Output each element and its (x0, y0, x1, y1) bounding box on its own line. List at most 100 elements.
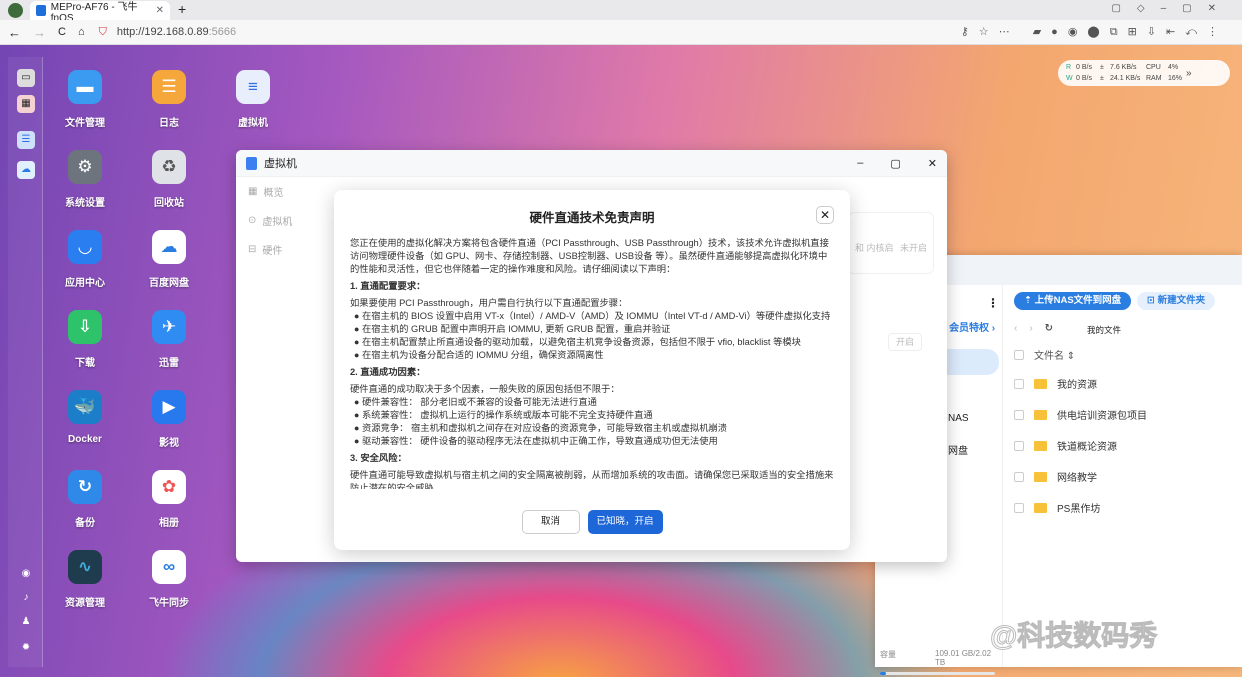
app-photos[interactable]: ✿ 相册 (134, 470, 204, 529)
app-docker[interactable]: 🐳 Docker (50, 390, 120, 445)
sidebar-item-nas[interactable]: NAS (948, 413, 969, 424)
folder-icon (1034, 378, 1047, 389)
vm-app-icon (246, 156, 257, 170)
address-bar: ← → C ⌂ ⛉ http://192.168.0.89:5666 ⚷☆⋯ ▰… (0, 20, 1242, 45)
browser-tab[interactable]: MEPro-AF76 - 飞牛 fnOS ✕ (30, 1, 170, 24)
hardware-icon: ⊟ (248, 244, 257, 255)
vm-titlebar[interactable]: 虚拟机 – ▢ ✕ (236, 150, 947, 177)
new-tab-icon[interactable]: + (178, 1, 186, 17)
reload-icon[interactable]: C (58, 26, 66, 38)
fnos-favicon (36, 5, 46, 16)
recycle-icon: ♻ (152, 150, 186, 184)
file-row[interactable]: 供电培训资源包项目 (1014, 407, 1147, 422)
url-input[interactable]: http://192.168.0.89:5666 (117, 26, 236, 38)
app-settings[interactable]: ⚙ 系统设置 (50, 150, 120, 209)
insecure-icon[interactable]: ⛉ (99, 26, 107, 39)
new-folder-button[interactable]: ⊡ 新建文件夹 (1137, 292, 1216, 310)
app-store[interactable]: ◡ 应用中心 (50, 230, 120, 289)
sidebar-item-pan[interactable]: 网盘 (948, 442, 968, 457)
app-xunlei[interactable]: ✈ 迅雷 (134, 310, 204, 369)
back-icon[interactable]: ← (8, 25, 21, 40)
network-monitor-widget[interactable]: R0 B/s ±7.6 KB/s CPU 4%» W0 B/s ±24.1 KB/s RA… (1058, 60, 1230, 86)
vm-icon: ⊙ (248, 215, 257, 226)
download-icon: ⇩ (68, 310, 102, 344)
baidu-pan-icon: ☁ (152, 230, 186, 264)
select-all-checkbox[interactable] (1014, 349, 1024, 360)
confirm-enable-button[interactable]: 已知晓，开启 (587, 510, 663, 534)
app-baidu[interactable]: ☁ 百度网盘 (134, 230, 204, 289)
dock-desktop-icon[interactable]: ▭ (17, 69, 35, 87)
dock-user-icon[interactable]: ♟ (17, 613, 35, 631)
video-icon: ▶ (152, 390, 186, 424)
window-controls[interactable]: ▢◇–▢✕ (1111, 3, 1232, 14)
app-vm[interactable]: ≡ 虚拟机 (218, 70, 288, 129)
close-window-button[interactable]: ✕ (928, 157, 937, 170)
browser-tabbar: MEPro-AF76 - 飞牛 fnOS ✕ + ▢◇–▢✕ (0, 0, 1242, 24)
minimize-button[interactable]: – (857, 157, 863, 169)
bg-card: 和 内核启 未开启 (848, 212, 934, 274)
window-title: 虚拟机 (264, 158, 297, 170)
xunlei-icon: ✈ (152, 310, 186, 344)
home-icon[interactable]: ⌂ (78, 26, 85, 38)
app-download[interactable]: ⇩ 下载 (50, 310, 120, 369)
file-row[interactable]: 铁道概论资源 (1014, 438, 1117, 453)
backup-icon: ↻ (68, 470, 102, 504)
dock-settings-icon[interactable]: ◉ (17, 565, 35, 583)
grid-icon: ▦ (248, 186, 258, 197)
file-row[interactable]: PS黑作坊 (1014, 500, 1100, 515)
forward-icon[interactable]: → (33, 25, 46, 40)
vm-sidebar: ▦ 概览 ⊙ 虚拟机 ⊟ 硬件 (236, 177, 326, 562)
nav-arrows[interactable]: ‹›↻ (1014, 323, 1065, 334)
monitor-icon: ∿ (68, 550, 102, 584)
cancel-button[interactable]: 取消 (521, 510, 580, 534)
nav-hardware[interactable]: ⊟ 硬件 (236, 235, 326, 264)
disclaimer-dialog: 硬件直通技术免责声明 ✕ 您正在使用的虚拟化解决方案将包含硬件直通（PCI Pa… (334, 190, 850, 550)
maximize-button[interactable]: ▢ (890, 157, 900, 170)
folder-icon (1034, 502, 1047, 513)
folder-icon (1034, 409, 1047, 420)
store-icon: ◡ (68, 230, 102, 264)
close-dialog-button[interactable]: ✕ (816, 206, 834, 224)
dock-bell-icon[interactable]: ♪ (17, 589, 35, 607)
dock: ▭ ▦ ☰ ☁ ◉ ♪ ♟ ✹ (8, 57, 43, 667)
log-icon: ☰ (152, 70, 186, 104)
watermark: @科技数码秀 (989, 620, 1158, 652)
breadcrumb[interactable]: 我的文件 (1087, 324, 1121, 336)
app-video[interactable]: ▶ 影视 (134, 390, 204, 449)
capacity-bar (880, 672, 995, 675)
photos-icon: ✿ (152, 470, 186, 504)
more-icon[interactable]: ⋮ (987, 296, 999, 310)
gear-icon: ⚙ (68, 150, 102, 184)
nav-overview[interactable]: ▦ 概览 (236, 177, 326, 206)
dock-apps-icon[interactable]: ▦ (17, 95, 35, 113)
docker-icon: 🐳 (68, 390, 102, 424)
enable-button[interactable]: 开启 (888, 333, 922, 351)
sync-icon: ∞ (152, 550, 186, 584)
dialog-title: 硬件直通技术免责声明 (529, 211, 655, 225)
column-name[interactable]: 文件名 ⇕ (1034, 347, 1075, 362)
expand-icon[interactable]: » (1186, 68, 1200, 79)
close-tab-icon[interactable]: ✕ (156, 5, 164, 16)
folder-icon: ▬ (68, 70, 102, 104)
header-row: 文件名 ⇕ (1014, 347, 1075, 362)
profile-avatar[interactable] (8, 3, 23, 18)
app-sync[interactable]: ∞ 飞牛同步 (134, 550, 204, 609)
app-log[interactable]: ☰ 日志 (134, 70, 204, 129)
dock-gear-icon[interactable]: ✹ (17, 639, 35, 657)
dock-vm-icon[interactable]: ☰ (17, 131, 35, 149)
app-resource-monitor[interactable]: ∿ 资源管理 (50, 550, 120, 609)
app-file-manager[interactable]: ▬ 文件管理 (50, 70, 120, 129)
nav-vms[interactable]: ⊙ 虚拟机 (236, 206, 326, 235)
dock-baidu-icon[interactable]: ☁ (17, 161, 35, 179)
upload-button[interactable]: ⇡ 上传NAS文件到网盘 (1014, 292, 1132, 310)
app-backup[interactable]: ↻ 备份 (50, 470, 120, 529)
vm-icon: ≡ (236, 70, 270, 104)
file-row[interactable]: 我的资源 (1014, 376, 1097, 391)
folder-icon (1034, 440, 1047, 451)
extension-icons[interactable]: ⚷☆⋯ ▰●◉⬤⧉⊞⇩⇤⤺⋮ (961, 25, 1228, 39)
file-row[interactable]: 网络教学 (1014, 469, 1097, 484)
vip-link[interactable]: 会员特权 › (949, 319, 995, 334)
app-recycle[interactable]: ♻ 回收站 (134, 150, 204, 209)
dialog-body[interactable]: 您正在使用的虚拟化解决方案将包含硬件直通（PCI Passthrough、USB… (350, 237, 834, 489)
folder-icon (1034, 471, 1047, 482)
